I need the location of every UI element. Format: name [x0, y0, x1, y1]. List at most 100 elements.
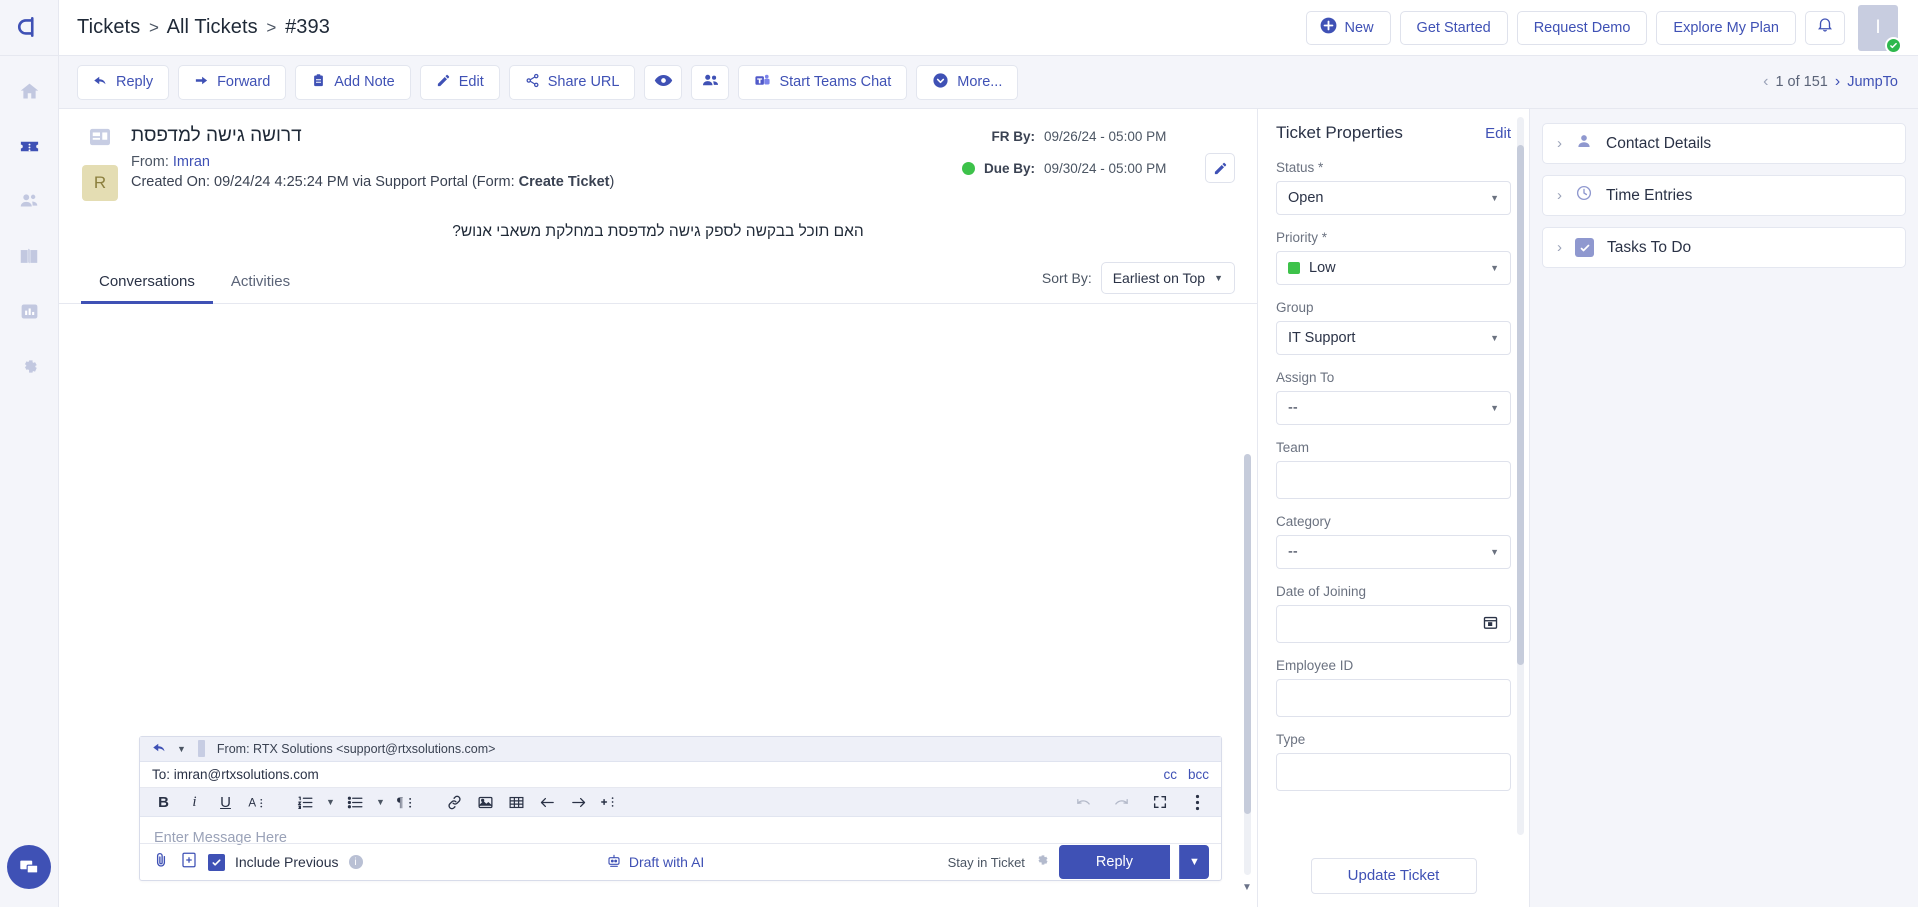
composer-settings-gear-icon[interactable]	[1034, 852, 1050, 873]
redo-icon[interactable]	[1108, 789, 1135, 816]
paragraph-icon[interactable]: ¶	[392, 789, 419, 816]
attach-file-icon[interactable]	[152, 851, 170, 874]
sidebar-item-contacts[interactable]	[12, 184, 46, 218]
properties-scroll-thumb[interactable]	[1517, 145, 1524, 665]
chat-widget-button[interactable]	[7, 845, 51, 889]
more-button[interactable]: More...	[916, 64, 1019, 100]
accordion-tasks-to-do[interactable]: › Tasks To Do	[1542, 227, 1906, 268]
sidebar-item-knowledge-base[interactable]	[12, 239, 46, 273]
ordered-list-caret-icon[interactable]: ▼	[323, 789, 338, 816]
composer-reply-icon[interactable]	[152, 740, 167, 758]
draft-with-ai-button[interactable]: Draft with AI	[606, 853, 704, 872]
field-date-of-joining-input[interactable]	[1276, 605, 1511, 643]
status-badge	[1885, 36, 1902, 54]
send-reply-button[interactable]: Reply	[1058, 845, 1170, 880]
new-button[interactable]: New	[1305, 10, 1391, 45]
indent-icon[interactable]	[565, 789, 592, 816]
field-category-select[interactable]: -- ▼	[1276, 535, 1511, 569]
breadcrumb-tickets[interactable]: Tickets	[77, 16, 140, 38]
bcc-link[interactable]: bcc	[1188, 767, 1209, 782]
watch-button[interactable]	[644, 64, 683, 100]
unordered-list-icon[interactable]	[342, 789, 369, 816]
more-options-icon[interactable]	[1184, 789, 1211, 816]
message-editor[interactable]: Enter Message Here	[140, 817, 1221, 846]
forward-button[interactable]: Forward	[178, 64, 287, 100]
sidebar-item-home[interactable]	[12, 74, 46, 108]
edit-sla-button[interactable]	[1205, 153, 1235, 183]
accordion-contact-details[interactable]: › Contact Details	[1542, 123, 1906, 164]
composer-to-row[interactable]: To: imran@rtxsolutions.com cc bcc	[140, 762, 1221, 789]
ticket-subject: דרושה גישה למדפסת	[131, 125, 302, 146]
breadcrumb-all-tickets[interactable]: All Tickets	[167, 16, 258, 38]
explore-my-plan-button[interactable]: Explore My Plan	[1656, 10, 1796, 45]
field-priority-select[interactable]: Low ▼	[1276, 251, 1511, 285]
insert-template-icon[interactable]	[180, 851, 198, 874]
composer-mode-caret-icon[interactable]: ▼	[177, 744, 186, 754]
ticket-action-bar: Reply Forward Add Note Edit Share URL St…	[59, 56, 1918, 109]
editor-toolbar-right	[1070, 789, 1211, 816]
conversation-scroll-thumb[interactable]	[1244, 454, 1251, 814]
field-assign-to-select[interactable]: -- ▼	[1276, 391, 1511, 425]
conversation-scrollbar[interactable]	[1244, 454, 1251, 875]
scroll-down-arrow-icon[interactable]: ▼	[1241, 882, 1253, 893]
share-url-label: Share URL	[547, 74, 620, 90]
field-team-input[interactable]	[1276, 461, 1511, 499]
app-logo[interactable]	[0, 0, 58, 56]
start-teams-chat-label: Start Teams Chat	[779, 74, 892, 90]
font-style-icon[interactable]: A	[243, 789, 270, 816]
field-employee-id: Employee ID	[1276, 658, 1511, 717]
insert-icon[interactable]	[596, 789, 623, 816]
sort-by-select[interactable]: Earliest on Top ▼	[1100, 262, 1235, 294]
tab-activities-label: Activities	[230, 273, 291, 290]
outdent-icon[interactable]	[534, 789, 561, 816]
link-icon[interactable]	[441, 789, 468, 816]
update-ticket-button[interactable]: Update Ticket	[1310, 857, 1477, 894]
underline-icon[interactable]: U	[212, 789, 239, 816]
sidebar-item-reports[interactable]	[12, 294, 46, 328]
properties-edit-link[interactable]: Edit	[1485, 125, 1511, 142]
unordered-list-caret-icon[interactable]: ▼	[373, 789, 388, 816]
add-note-button[interactable]: Add Note	[295, 64, 411, 100]
reply-action-button[interactable]: Reply	[77, 64, 170, 100]
undo-icon[interactable]	[1070, 789, 1097, 816]
include-previous-checkbox[interactable]	[208, 853, 225, 871]
italic-icon[interactable]: i	[181, 789, 208, 816]
start-teams-chat-button[interactable]: Start Teams Chat	[738, 64, 908, 100]
field-employee-id-input[interactable]	[1276, 679, 1511, 717]
share-url-button[interactable]: Share URL	[508, 64, 636, 100]
sidebar-item-settings[interactable]	[12, 349, 46, 383]
sidebar-item-tickets[interactable]	[12, 129, 46, 163]
field-status-select[interactable]: Open ▼	[1276, 181, 1511, 215]
bold-icon[interactable]: B	[150, 789, 177, 816]
notifications-button[interactable]	[1805, 10, 1845, 45]
ticket-type-icon	[89, 127, 111, 152]
field-type-input[interactable]	[1276, 753, 1511, 791]
cc-link[interactable]: cc	[1163, 767, 1177, 782]
ticket-from-name[interactable]: Imran	[173, 154, 210, 170]
jump-to-link[interactable]: JumpTo	[1847, 74, 1898, 90]
properties-scrollbar[interactable]	[1517, 117, 1524, 835]
send-reply-options-icon[interactable]: ▼	[1179, 845, 1209, 880]
tab-conversations[interactable]: Conversations	[81, 259, 213, 304]
requester-avatar-initial: R	[93, 173, 107, 192]
request-demo-button[interactable]: Request Demo	[1516, 10, 1648, 45]
prev-ticket-icon[interactable]: ‹	[1763, 73, 1768, 91]
table-icon[interactable]	[503, 789, 530, 816]
chevron-down-icon: ▼	[1214, 273, 1223, 283]
calendar-icon[interactable]	[1482, 614, 1499, 635]
sla-status-dot	[961, 161, 975, 175]
tab-activities[interactable]: Activities	[213, 259, 308, 303]
edit-button[interactable]: Edit	[419, 64, 500, 100]
next-ticket-icon[interactable]: ›	[1835, 73, 1840, 91]
fullscreen-icon[interactable]	[1146, 789, 1173, 816]
accordion-time-entries[interactable]: › Time Entries	[1542, 175, 1906, 216]
info-icon[interactable]: i	[348, 855, 363, 870]
ordered-list-icon[interactable]	[292, 789, 319, 816]
field-group-select[interactable]: IT Support ▼	[1276, 321, 1511, 355]
ticket-header: R דרושה גישה למדפסת From: Imran Created …	[59, 109, 1257, 201]
get-started-button[interactable]: Get Started	[1399, 10, 1508, 45]
field-group-value: IT Support	[1288, 330, 1356, 346]
image-icon[interactable]	[472, 789, 499, 816]
collaborators-button[interactable]	[691, 64, 730, 100]
reply-composer: ▼ From: RTX Solutions <support@rtxsoluti…	[139, 736, 1222, 881]
